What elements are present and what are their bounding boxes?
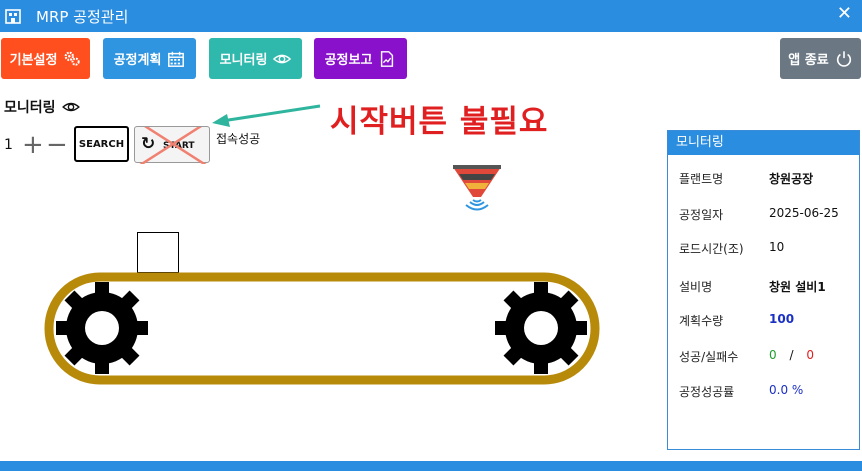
annotation-text: 시작버튼 불필요 (330, 104, 549, 140)
process-report-button[interactable]: 공정보고 (314, 38, 407, 79)
panel-key: 성공/실패수 (679, 350, 739, 364)
panel-row-success-rate: 공정성공률 0.0 % (668, 379, 859, 403)
process-plan-button[interactable]: 공정계획 (103, 38, 196, 79)
panel-header: 모니터링 (668, 131, 859, 155)
fail-count: 0 (806, 348, 814, 362)
panel-value: 100 (769, 312, 795, 326)
monitoring-label: 모니터링 (219, 53, 268, 68)
panel-key: 로드시간(조) (679, 242, 744, 256)
panel-key: 공정성공률 (679, 385, 735, 399)
title-bar: MRP 공정관리 ✕ (0, 0, 862, 32)
quantity-stepper-value[interactable]: 1 (4, 137, 13, 153)
start-button[interactable]: ↻ START (134, 126, 210, 164)
basic-settings-button[interactable]: 기본설정 (1, 38, 90, 79)
panel-row-success-fail: 성공/실패수 0 / 0 (668, 344, 859, 368)
exit-app-label: 앱 종료 (788, 53, 829, 68)
eye-icon (61, 102, 80, 112)
process-plan-label: 공정계획 (113, 53, 162, 68)
calendar-icon (168, 51, 185, 67)
panel-row-equipment: 설비명 창원 설비1 (668, 274, 859, 298)
bottom-status-bar (0, 461, 862, 471)
monitoring-button[interactable]: 모니터링 (209, 38, 302, 79)
panel-value: 2025-06-25 (769, 206, 839, 220)
gear-icon-left (56, 282, 148, 374)
success-count: 0 (769, 348, 777, 362)
building-icon (5, 9, 21, 24)
close-icon[interactable]: ✕ (837, 3, 852, 24)
panel-value: 0.0 % (769, 383, 804, 397)
section-title-text: 모니터링 (4, 100, 56, 116)
panel-row-load-time: 로드시간(조) 10 (668, 236, 859, 260)
gears-icon (65, 51, 81, 66)
count-separator: / (789, 348, 794, 362)
panel-key: 공정일자 (679, 208, 724, 222)
panel-value: 0 / 0 (769, 348, 814, 362)
panel-key: 계획수량 (679, 314, 724, 328)
monitoring-panel: 모니터링 플랜트명 창원공장 공정일자 2025-06-25 로드시간(조) 1… (667, 130, 860, 450)
chart-document-icon (381, 50, 394, 67)
minus-icon[interactable]: − (46, 128, 68, 162)
process-report-label: 공정보고 (324, 53, 373, 68)
search-button[interactable]: SEARCH (74, 126, 129, 162)
exit-app-button[interactable]: 앱 종료 (780, 38, 861, 79)
plus-icon[interactable]: + (22, 128, 44, 162)
signal-lamp-icon (453, 165, 501, 211)
panel-value: 10 (769, 240, 785, 254)
panel-key: 플랜트명 (679, 172, 724, 186)
window-title: MRP 공정관리 (36, 8, 129, 26)
cross-out-mark (139, 127, 207, 164)
panel-value: 창원공장 (769, 172, 814, 186)
basic-settings-label: 기본설정 (9, 53, 58, 68)
annotation-arrow (212, 104, 321, 127)
connection-status: 접속성공 (216, 132, 261, 146)
panel-key: 설비명 (679, 280, 713, 294)
panel-row-date: 공정일자 2025-06-25 (668, 202, 859, 226)
panel-row-planned-qty: 계획수량 100 (668, 308, 859, 332)
conveyor-belt (44, 272, 600, 385)
panel-value: 창원 설비1 (769, 280, 826, 294)
search-button-label: SEARCH (78, 138, 125, 150)
power-icon (836, 50, 851, 67)
panel-row-plant: 플랜트명 창원공장 (668, 166, 859, 190)
section-title: 모니터링 (4, 97, 80, 117)
gear-icon-right (495, 282, 587, 374)
product-box (137, 232, 179, 273)
eye-icon (273, 54, 292, 63)
